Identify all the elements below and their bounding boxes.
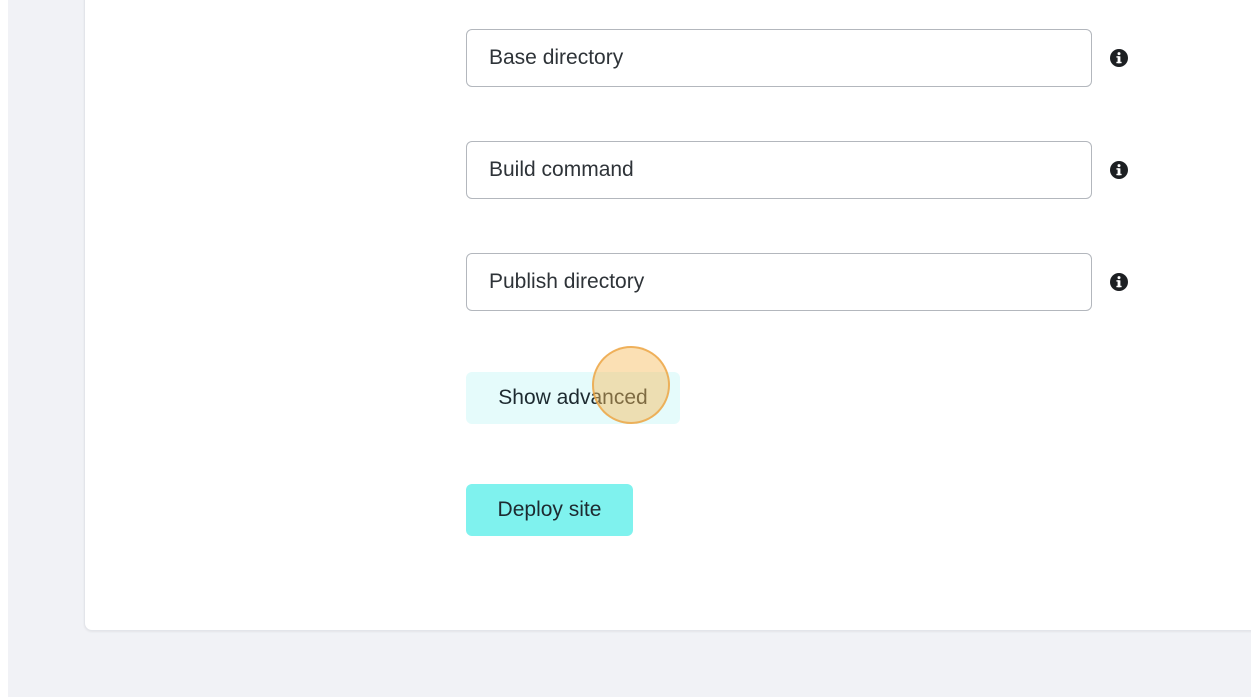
site-settings-card (84, 0, 1251, 631)
show-advanced-button[interactable]: Show advanced (466, 372, 680, 424)
info-icon[interactable] (1110, 273, 1128, 291)
build-command-row (466, 141, 1156, 201)
deploy-site-button[interactable]: Deploy site (466, 484, 633, 536)
left-rail (0, 0, 8, 697)
publish-directory-input[interactable] (466, 253, 1092, 311)
info-icon[interactable] (1110, 49, 1128, 67)
build-command-input[interactable] (466, 141, 1092, 199)
base-directory-input[interactable] (466, 29, 1092, 87)
info-icon[interactable] (1110, 161, 1128, 179)
base-directory-row (466, 29, 1156, 89)
publish-directory-row (466, 253, 1156, 313)
